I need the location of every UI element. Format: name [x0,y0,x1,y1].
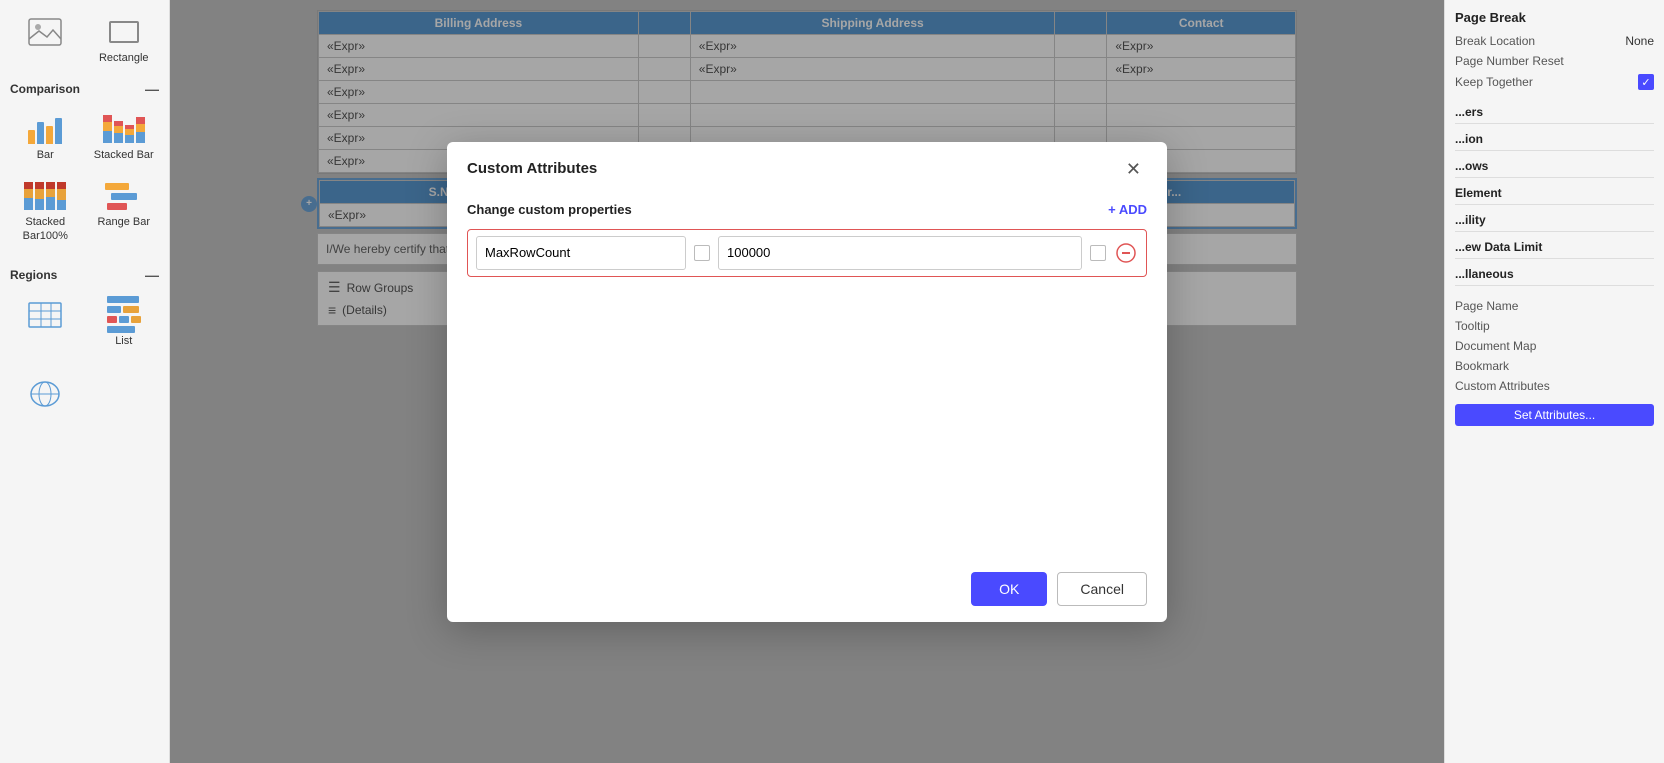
attribute-name-input[interactable] [476,236,686,270]
regions-section-title: Regions — [0,261,169,287]
add-attribute-link[interactable]: + ADD [1108,202,1147,217]
sidebar-item-image[interactable]: Bar [8,8,83,71]
regions-collapse-icon[interactable]: — [145,267,159,283]
modal-subheader-text: Change custom properties [467,202,632,217]
attribute-name-checkbox[interactable] [694,245,710,261]
modal-title: Custom Attributes [467,160,597,177]
break-location-row: Break Location None [1455,31,1654,51]
panel-section-ers: ...ers [1455,101,1654,124]
custom-attributes-label: Custom Attributes [1455,379,1550,393]
table-icon [25,297,65,333]
rectangle-label: Rectangle [99,52,149,65]
tooltip-label: Tooltip [1455,319,1490,333]
modal-overlay: Custom Attributes ✕ Change custom proper… [170,0,1444,763]
panel-section-ows: ...ows [1455,155,1654,178]
right-panel-title: Page Break [1455,10,1654,25]
sidebar-item-range-bar[interactable]: Range Bar [87,172,162,248]
comparison-items: Bar [0,101,169,253]
empty-attributes-area [467,283,1147,483]
break-location-label: Break Location [1455,34,1535,48]
modal-body: Change custom properties + ADD [447,192,1167,560]
bookmark-label: Bookmark [1455,359,1509,373]
ok-button[interactable]: OK [971,572,1047,606]
keep-together-label: Keep Together [1455,75,1533,89]
sidebar-item-list[interactable]: List [87,291,162,354]
set-attributes-button[interactable]: Set Attributes... [1455,404,1654,426]
left-sidebar: Bar Rectangle Comparison — [0,0,170,763]
modal-footer: OK Cancel [447,560,1167,622]
bar-chart-icon [25,111,65,147]
custom-attributes-modal: Custom Attributes ✕ Change custom proper… [447,142,1167,622]
stacked-bar-chart-icon [104,111,144,147]
list-label: List [115,335,132,348]
attribute-delete-button[interactable] [1114,241,1138,265]
cancel-button[interactable]: Cancel [1057,572,1147,606]
rectangle-icon [104,14,144,50]
stacked-bar100-label: Stacked Bar100% [12,216,79,242]
comparison-section: Comparison — Bar [0,75,169,253]
stacked-bar100-chart-icon [25,178,65,214]
stacked-bar-label: Stacked Bar [94,149,154,162]
keep-together-checkbox[interactable] [1638,74,1654,90]
sidebar-item-bar[interactable]: Bar [8,105,83,168]
page-number-reset-label: Page Number Reset [1455,54,1564,68]
panel-section-ion: ...ion [1455,128,1654,151]
keep-together-row: Keep Together [1455,71,1654,93]
page-name-label: Page Name [1455,299,1518,313]
attribute-row [467,229,1147,277]
comparison-collapse-icon[interactable]: — [145,81,159,97]
sidebar-item-stacked-bar-100[interactable]: Stacked Bar100% [8,172,83,248]
range-bar-label: Range Bar [97,216,150,229]
image-icon [25,14,65,50]
tooltip-row: Tooltip [1455,316,1654,336]
map-icon [25,376,65,412]
comparison-section-title: Comparison — [0,75,169,101]
attribute-value-checkbox[interactable] [1090,245,1106,261]
panel-section-ility: ...ility [1455,209,1654,232]
regions-items: Table [0,287,169,358]
regions-section: Regions — Table [0,261,169,358]
bar-label: Bar [37,149,54,162]
panel-section-data-limit: ...ew Data Limit [1455,236,1654,259]
app-layout: Bar Rectangle Comparison — [0,0,1664,763]
break-location-value: None [1625,34,1654,48]
attribute-value-input[interactable] [718,236,1082,270]
modal-subheader: Change custom properties + ADD [467,202,1147,217]
panel-section-element: Element [1455,182,1654,205]
list-icon [104,297,144,333]
panel-section-misc: ...llaneous [1455,263,1654,286]
main-content: Billing Address Shipping Address Contact… [170,0,1444,763]
modal-header: Custom Attributes ✕ [447,142,1167,192]
document-map-row: Document Map [1455,336,1654,356]
range-bar-chart-icon [104,178,144,214]
sidebar-item-rectangle[interactable]: Rectangle [87,8,162,71]
sidebar-item-map[interactable] [8,370,83,420]
bookmark-row: Bookmark [1455,356,1654,376]
document-map-label: Document Map [1455,339,1536,353]
right-panel: Page Break Break Location None Page Numb… [1444,0,1664,763]
modal-close-button[interactable]: ✕ [1120,158,1147,180]
custom-attributes-row: Custom Attributes [1455,376,1654,396]
page-number-reset-row: Page Number Reset [1455,51,1654,71]
sidebar-item-table[interactable]: Table [8,291,83,354]
sidebar-item-stacked-bar[interactable]: Stacked Bar [87,105,162,168]
page-name-row: Page Name [1455,296,1654,316]
